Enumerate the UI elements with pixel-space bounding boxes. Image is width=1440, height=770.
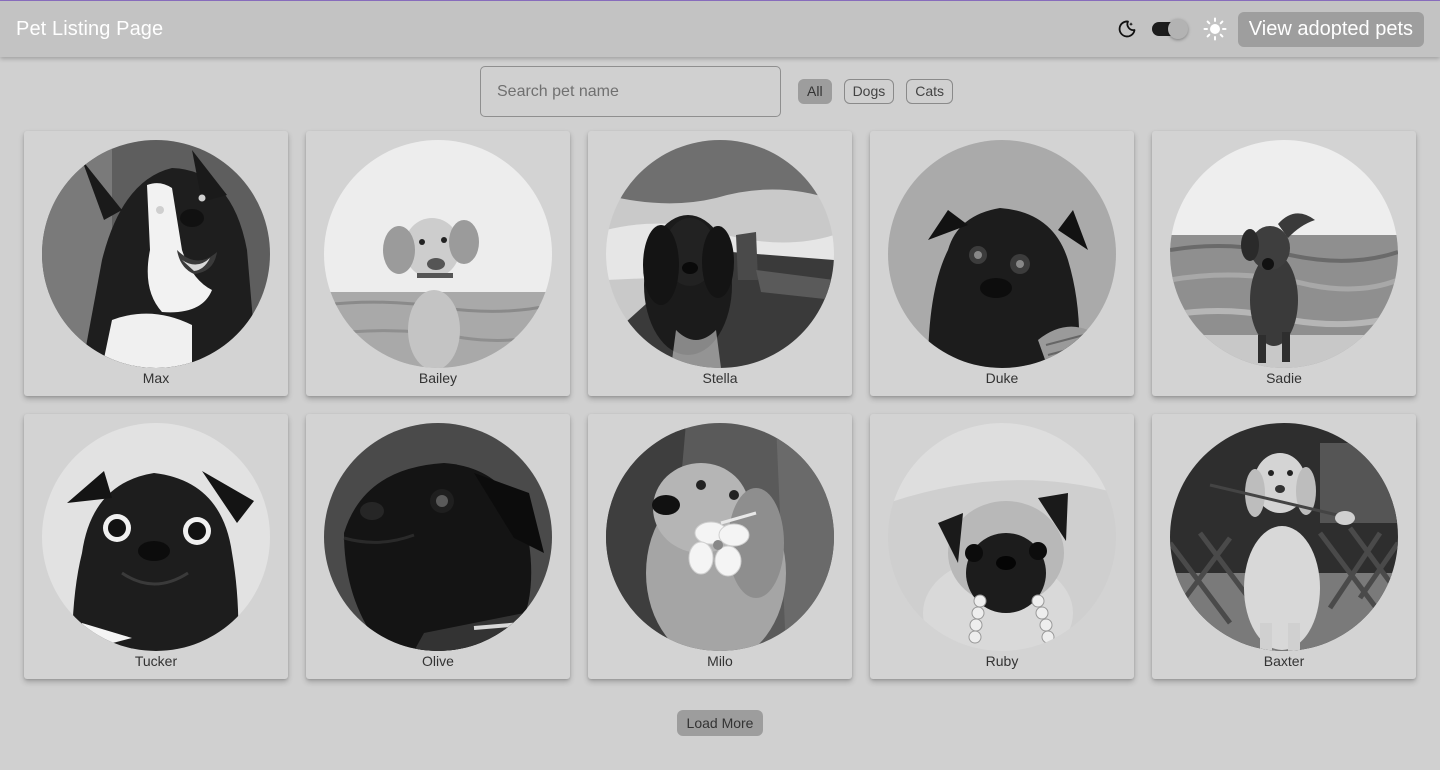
- pet-name: Milo: [707, 653, 733, 669]
- black-pug-profile-photo: [324, 423, 552, 651]
- spaniel-puppy-photo: [324, 140, 552, 368]
- pet-card-duke[interactable]: Duke: [870, 131, 1134, 396]
- page-title: Pet Listing Page: [16, 17, 164, 40]
- pet-name: Bailey: [418, 370, 458, 386]
- border-collie-photo: [42, 140, 270, 368]
- toggle-thumb: [1167, 19, 1188, 39]
- pet-card-max[interactable]: Max: [24, 131, 288, 396]
- golden-retriever-flower-photo: [606, 423, 834, 651]
- pet-name: Sadie: [1266, 370, 1302, 386]
- filter-chip-all[interactable]: All: [798, 79, 832, 104]
- pet-card-olive[interactable]: Olive: [306, 414, 570, 679]
- app-bar-actions: View adopted pets: [1116, 11, 1424, 47]
- app-bar: Pet Listing Page View adopted pets: [0, 1, 1440, 57]
- pet-name: Tucker: [134, 653, 178, 669]
- pet-card-stella[interactable]: Stella: [588, 131, 852, 396]
- filter-chip-dogs[interactable]: Dogs: [843, 79, 895, 104]
- moon-icon: [1116, 18, 1138, 40]
- sun-icon: [1202, 16, 1228, 42]
- load-more-button[interactable]: Load More: [677, 710, 763, 736]
- search-input[interactable]: [480, 66, 781, 117]
- pet-grid: Max Bailey Stella Duke Sadie Tucker Oliv…: [24, 131, 1416, 679]
- cocker-spaniel-boat-photo: [606, 140, 834, 368]
- black-pug-photo: [888, 140, 1116, 368]
- pet-card-bailey[interactable]: Bailey: [306, 131, 570, 396]
- pet-card-milo[interactable]: Milo: [588, 414, 852, 679]
- theme-toggle-switch[interactable]: [1151, 19, 1188, 39]
- pet-name: Max: [142, 370, 170, 386]
- black-pug-portrait-photo: [42, 423, 270, 651]
- pet-name: Stella: [702, 370, 738, 386]
- pet-card-sadie[interactable]: Sadie: [1152, 131, 1416, 396]
- pet-card-ruby[interactable]: Ruby: [870, 414, 1134, 679]
- filter-chips: All Dogs Cats: [798, 79, 965, 104]
- pet-name: Ruby: [985, 653, 1019, 669]
- pet-name: Baxter: [1263, 653, 1305, 669]
- view-adopted-pets-button[interactable]: View adopted pets: [1237, 11, 1424, 47]
- dog-running-beach-photo: [1170, 140, 1398, 368]
- golden-puppy-rose-photo: [1170, 423, 1398, 651]
- pug-with-toy-photo: [888, 423, 1116, 651]
- pet-name: Duke: [985, 370, 1019, 386]
- pet-card-tucker[interactable]: Tucker: [24, 414, 288, 679]
- filter-chip-cats[interactable]: Cats: [906, 79, 954, 104]
- pet-card-baxter[interactable]: Baxter: [1152, 414, 1416, 679]
- pet-name: Olive: [422, 653, 454, 669]
